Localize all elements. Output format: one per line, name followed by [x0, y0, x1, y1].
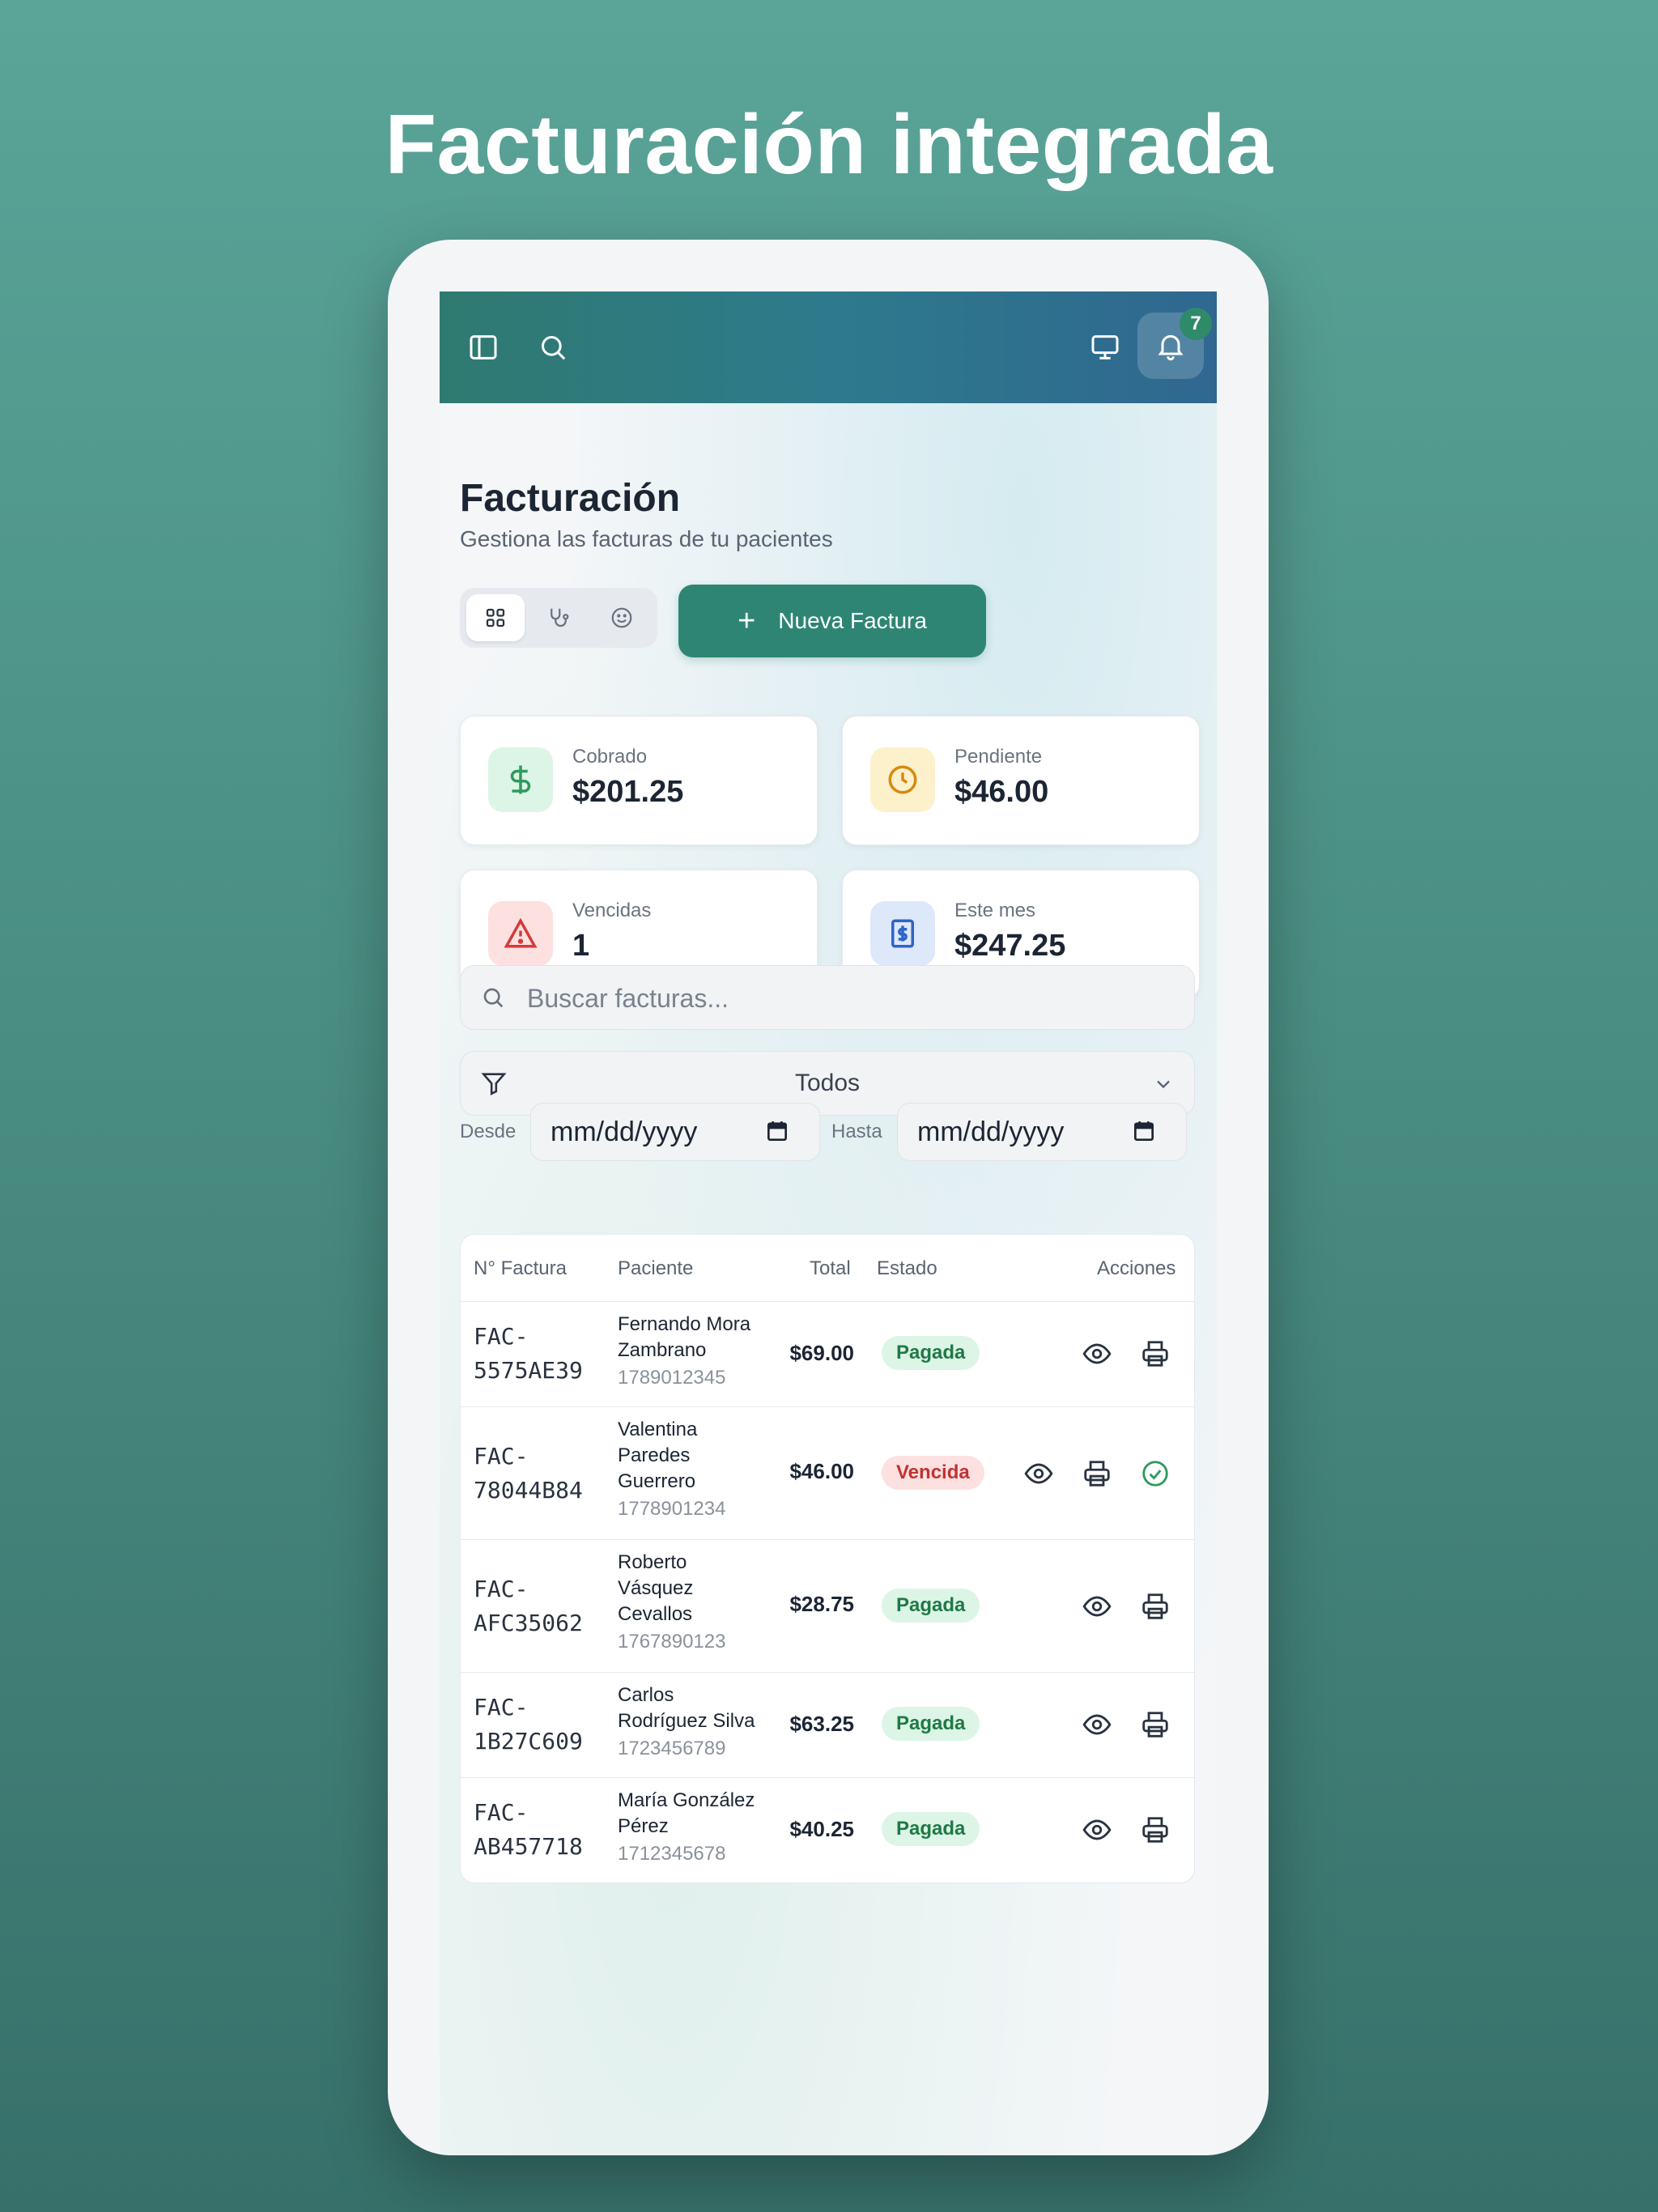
- view-medical-button[interactable]: [529, 594, 588, 641]
- mark-paid-icon[interactable]: [1140, 1458, 1171, 1489]
- invoice-search: [460, 965, 1195, 1031]
- eye-icon[interactable]: [1023, 1458, 1054, 1489]
- device-frame: 7 Facturación Gestiona las facturas de t…: [388, 240, 1269, 2155]
- calendar-icon[interactable]: [1131, 1118, 1157, 1144]
- patient-name: Roberto Vásquez Cevallos: [618, 1551, 694, 1625]
- printer-icon[interactable]: [1140, 1709, 1171, 1740]
- view-patients-button[interactable]: [593, 594, 651, 641]
- col-header-status: Estado: [877, 1257, 937, 1279]
- alert-triangle-icon: [488, 901, 553, 966]
- date-to-label: Hasta: [831, 1121, 882, 1142]
- status-badge: Vencida: [882, 1456, 984, 1490]
- stat-label: Este mes: [954, 900, 1036, 921]
- search-icon[interactable]: [537, 331, 569, 364]
- status-badge: Pagada: [882, 1336, 980, 1370]
- stethoscope-icon: [551, 608, 569, 627]
- promo-title: Facturación integrada: [385, 98, 1273, 192]
- stat-value: $46.00: [954, 775, 1049, 809]
- patient-id: 1789012345: [618, 1367, 726, 1389]
- date-from-label: Desde: [460, 1121, 517, 1142]
- patient-name: Fernando Mora Zambrano: [618, 1313, 751, 1361]
- eye-icon[interactable]: [1082, 1591, 1112, 1622]
- status-badge: Pagada: [882, 1707, 980, 1741]
- patient-name: María González Pérez: [618, 1789, 755, 1837]
- view-switcher: [460, 588, 657, 648]
- table-row[interactable]: FAC- AB457718 María González Pérez 1712345…: [461, 1777, 1194, 1882]
- printer-icon[interactable]: [1140, 1338, 1171, 1369]
- invoice-number: FAC- AFC35062: [474, 1576, 583, 1636]
- col-header-actions: Acciones: [1097, 1257, 1176, 1279]
- invoice-total: $46.00: [789, 1459, 854, 1483]
- patient-id: 1778901234: [618, 1498, 726, 1520]
- page-title: Facturación: [460, 477, 681, 520]
- patient-id: 1767890123: [618, 1631, 726, 1653]
- search-input[interactable]: [525, 966, 1176, 1031]
- col-header-patient: Paciente: [618, 1257, 694, 1279]
- filter-value: Todos: [794, 1070, 861, 1096]
- printer-icon[interactable]: [1140, 1591, 1171, 1622]
- search-icon: [483, 988, 504, 1008]
- col-header-number: N° Factura: [474, 1257, 567, 1279]
- printer-icon[interactable]: [1082, 1458, 1112, 1489]
- invoice-number: FAC- 5575AE39: [474, 1323, 583, 1384]
- chevron-down-icon: [1157, 1080, 1170, 1089]
- receipt-icon: [870, 901, 935, 966]
- monitor-icon[interactable]: [1089, 331, 1121, 364]
- stat-card-pending: Pendiente $46.00: [842, 716, 1200, 845]
- new-invoice-label: Nueva Factura: [778, 608, 927, 633]
- clock-icon: [870, 747, 935, 812]
- table-row[interactable]: FAC- AFC35062 Roberto Vásquez Cevallos 1767…: [461, 1539, 1194, 1673]
- stat-label: Vencidas: [572, 900, 652, 921]
- plus-icon: +: [738, 604, 756, 638]
- invoices-table: N° Factura Paciente Total Estado Accione…: [460, 1234, 1195, 1883]
- date-from-field[interactable]: mm/dd/yyyy: [530, 1103, 820, 1161]
- col-header-total: Total: [810, 1257, 851, 1279]
- stat-card-collected: Cobrado $201.25: [460, 716, 818, 845]
- new-invoice-button[interactable]: + Nueva Factura: [678, 585, 986, 657]
- stat-label: Pendiente: [954, 746, 1043, 768]
- dollar-icon: [488, 747, 553, 812]
- invoice-total: $28.75: [789, 1592, 854, 1616]
- date-to-field[interactable]: mm/dd/yyyy: [897, 1103, 1187, 1161]
- notification-badge: 7: [1180, 308, 1212, 340]
- stat-label: Cobrado: [572, 746, 648, 768]
- app-screen: 7 Facturación Gestiona las facturas de t…: [440, 291, 1217, 2155]
- printer-icon[interactable]: [1140, 1814, 1171, 1845]
- calendar-icon[interactable]: [764, 1118, 790, 1144]
- eye-icon[interactable]: [1082, 1814, 1112, 1845]
- patient-id: 1712345678: [618, 1843, 726, 1865]
- patient-name: Carlos Rodríguez Silva: [618, 1684, 755, 1732]
- view-grid-button[interactable]: [466, 594, 525, 641]
- invoice-number: FAC- 1B27C609: [474, 1694, 583, 1755]
- eye-icon[interactable]: [1082, 1709, 1112, 1740]
- eye-icon[interactable]: [1082, 1338, 1112, 1369]
- stat-value: $201.25: [572, 775, 684, 809]
- date-to-value: mm/dd/yyyy: [917, 1117, 1065, 1147]
- invoice-number: FAC- AB457718: [474, 1799, 583, 1860]
- invoice-total: $69.00: [789, 1341, 854, 1365]
- grid-icon: [486, 608, 505, 627]
- top-bar: 7: [440, 291, 1217, 403]
- invoice-number: FAC- 78044B84: [474, 1443, 583, 1504]
- table-row[interactable]: FAC- 1B27C609 Carlos Rodríguez Silva 17234…: [461, 1672, 1194, 1778]
- invoice-total: $40.25: [789, 1817, 854, 1841]
- date-from-value: mm/dd/yyyy: [551, 1117, 698, 1147]
- bell-icon: [1158, 334, 1184, 361]
- invoice-total: $63.25: [789, 1712, 854, 1736]
- status-badge: Pagada: [882, 1589, 980, 1623]
- smile-icon: [611, 607, 632, 628]
- page-subtitle: Gestiona las facturas de tu pacientes: [460, 526, 833, 551]
- stat-value: $247.25: [954, 929, 1066, 963]
- table-row[interactable]: FAC- 78044B84 Valentina Paredes Guerrero 17…: [461, 1406, 1194, 1540]
- stat-value: 1: [572, 929, 590, 963]
- table-row[interactable]: FAC- 5575AE39 Fernando Mora Zambrano 17890…: [461, 1301, 1194, 1407]
- status-badge: Pagada: [882, 1812, 980, 1846]
- patient-name: Valentina Paredes Guerrero: [618, 1419, 698, 1492]
- patient-id: 1723456789: [618, 1738, 726, 1759]
- sidebar-icon[interactable]: [467, 331, 500, 364]
